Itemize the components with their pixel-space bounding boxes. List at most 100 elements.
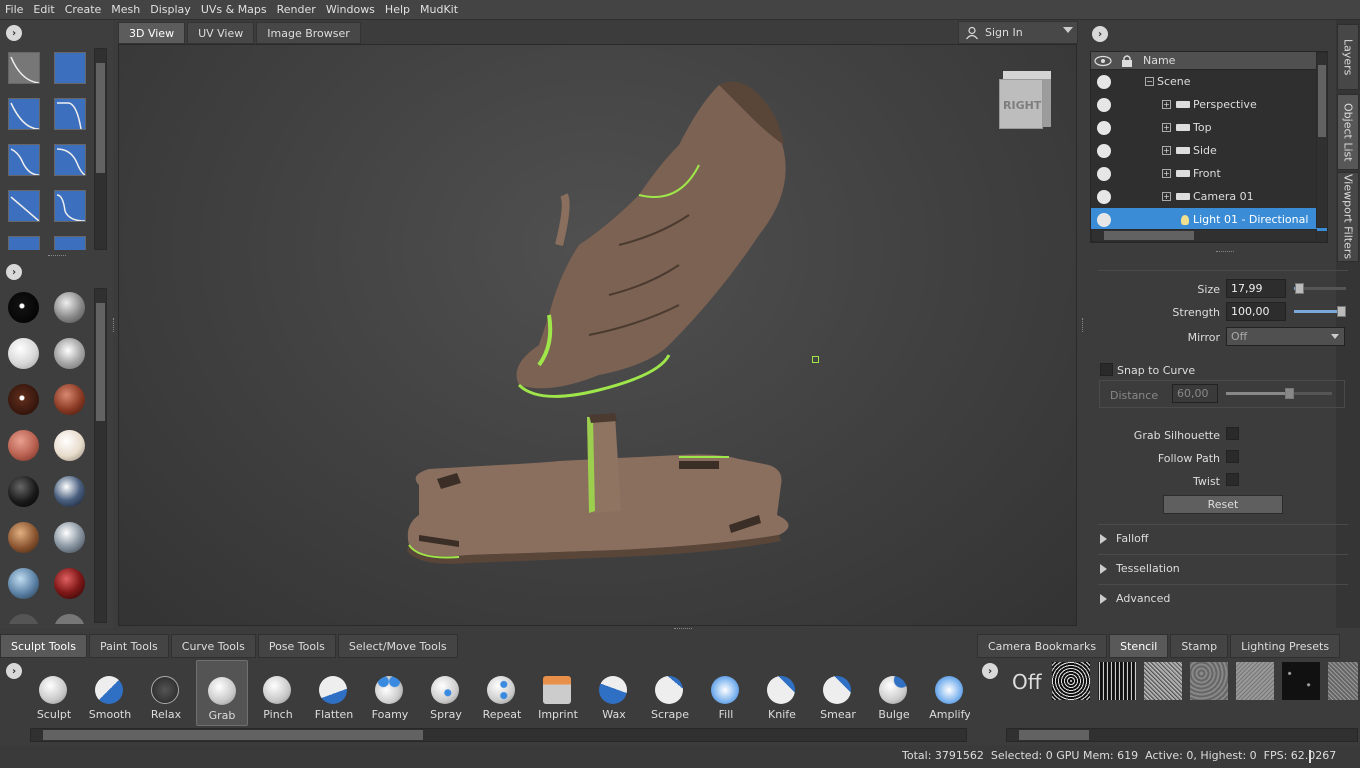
stencil-thumb[interactable] (1144, 662, 1182, 700)
falloff-preset[interactable] (8, 236, 40, 250)
falloff-preset[interactable] (54, 98, 86, 130)
distance-slider-knob[interactable] (1284, 388, 1294, 399)
panel-splitter[interactable] (1216, 251, 1234, 253)
twist-checkbox[interactable] (1226, 473, 1239, 486)
tab-select-move-tools[interactable]: Select/Move Tools (337, 634, 458, 658)
side-tab-layers[interactable]: Layers (1337, 24, 1359, 90)
tool-flatten[interactable]: Flatten (308, 660, 360, 726)
material-swatch[interactable] (8, 338, 39, 369)
visibility-icon[interactable] (1097, 212, 1111, 227)
tree-row-camera-01[interactable]: + Camera 01 (1091, 185, 1327, 208)
expand-materials-icon[interactable]: › (6, 264, 22, 280)
stencil-off[interactable]: Off (1012, 670, 1042, 694)
menu-render[interactable]: Render (272, 3, 321, 16)
falloff-preset[interactable] (8, 98, 40, 130)
expand-object-list-icon[interactable]: › (1092, 26, 1108, 42)
tab-camera-bookmarks[interactable]: Camera Bookmarks (977, 634, 1108, 658)
stencil-thumb[interactable] (1098, 662, 1136, 700)
section-advanced[interactable]: Advanced (1098, 584, 1348, 612)
tab-stamp[interactable]: Stamp (1170, 634, 1229, 658)
falloff-preset[interactable] (8, 52, 40, 84)
view-cube[interactable]: RIGHT (999, 71, 1051, 131)
expand-tools-icon[interactable]: › (6, 663, 22, 679)
tool-amplify[interactable]: Amplify (924, 660, 970, 726)
tool-repeat[interactable]: Repeat (476, 660, 528, 726)
menu-file[interactable]: File (0, 3, 28, 16)
strength-field[interactable]: 100,00 (1226, 302, 1286, 321)
visibility-icon[interactable] (1097, 143, 1111, 158)
expand-curves-icon[interactable]: › (6, 25, 22, 41)
expand-icon[interactable]: + (1162, 123, 1171, 132)
visibility-icon[interactable] (1097, 166, 1111, 181)
menu-edit[interactable]: Edit (28, 3, 59, 16)
tool-smooth[interactable]: Smooth (84, 660, 136, 726)
falloff-preset[interactable] (54, 52, 86, 84)
tree-row-top[interactable]: + Top (1091, 116, 1327, 139)
tool-knife[interactable]: Knife (756, 660, 808, 726)
material-swatch[interactable] (8, 614, 39, 624)
material-swatch[interactable] (8, 476, 39, 507)
tool-relax[interactable]: Relax (140, 660, 192, 726)
tab-sculpt-tools[interactable]: Sculpt Tools (0, 634, 87, 658)
tree-hscrollbar[interactable] (1091, 229, 1317, 242)
material-swatch[interactable] (8, 430, 39, 461)
size-field[interactable]: 17,99 (1226, 279, 1286, 298)
menu-create[interactable]: Create (60, 3, 107, 16)
falloff-preset[interactable] (54, 190, 86, 222)
panel-splitter[interactable] (48, 255, 66, 257)
visibility-icon[interactable] (1097, 97, 1111, 112)
tool-grab[interactable]: Grab (196, 660, 248, 726)
expand-icon[interactable]: + (1162, 146, 1171, 155)
tool-spray[interactable]: Spray (420, 660, 472, 726)
tab-image-browser[interactable]: Image Browser (256, 22, 361, 44)
material-swatch[interactable] (54, 476, 85, 507)
tool-fill[interactable]: Fill (700, 660, 752, 726)
visibility-icon[interactable] (1097, 120, 1111, 135)
tool-imprint[interactable]: Imprint (532, 660, 584, 726)
tool-sculpt[interactable]: Sculpt (30, 660, 80, 726)
material-swatch[interactable] (54, 338, 85, 369)
menu-windows[interactable]: Windows (321, 3, 380, 16)
section-tessellation[interactable]: Tessellation (1098, 554, 1348, 582)
snap-to-curve-checkbox[interactable] (1100, 363, 1113, 376)
size-slider[interactable] (1294, 283, 1346, 294)
menu-mudkit[interactable]: MudKit (415, 3, 463, 16)
material-swatch[interactable] (8, 384, 39, 415)
distance-slider[interactable] (1226, 388, 1332, 399)
stencil-thumb[interactable] (1328, 662, 1358, 700)
3d-viewport[interactable]: RIGHT (118, 44, 1077, 626)
tab-curve-tools[interactable]: Curve Tools (170, 634, 256, 658)
menu-help[interactable]: Help (380, 3, 415, 16)
tool-bulge[interactable]: Bulge (868, 660, 920, 726)
sign-in-button[interactable]: Sign In (958, 21, 1078, 44)
grab-silhouette-checkbox[interactable] (1226, 427, 1239, 440)
expand-icon[interactable]: + (1162, 169, 1171, 178)
visibility-icon[interactable] (1097, 189, 1111, 204)
expand-icon[interactable]: + (1162, 100, 1171, 109)
left-splitter[interactable] (113, 318, 116, 332)
tree-row-perspective[interactable]: + Perspective (1091, 93, 1327, 116)
material-swatch[interactable] (54, 522, 85, 553)
tool-smear[interactable]: Smear (812, 660, 864, 726)
menu-mesh[interactable]: Mesh (106, 3, 145, 16)
tab-lighting-presets[interactable]: Lighting Presets (1230, 634, 1341, 658)
stencil-thumb[interactable] (1282, 662, 1320, 700)
falloff-preset[interactable] (54, 144, 86, 176)
right-splitter[interactable] (1082, 318, 1085, 332)
tab-paint-tools[interactable]: Paint Tools (88, 634, 169, 658)
expand-icon[interactable]: + (1162, 192, 1171, 201)
material-swatch[interactable] (54, 292, 85, 323)
menu-display[interactable]: Display (145, 3, 196, 16)
materials-scrollbar[interactable] (94, 288, 107, 623)
tree-row-front[interactable]: + Front (1091, 162, 1327, 185)
tool-pinch[interactable]: Pinch (252, 660, 304, 726)
visibility-icon[interactable] (1097, 74, 1111, 89)
material-swatch[interactable] (8, 568, 39, 599)
strength-slider-knob[interactable] (1337, 306, 1346, 317)
side-tab-object-list[interactable]: Object List (1337, 94, 1359, 170)
material-swatch[interactable] (54, 568, 85, 599)
tab-stencil[interactable]: Stencil (1109, 634, 1169, 658)
tools-scrollbar[interactable] (30, 728, 967, 742)
stencil-scrollbar[interactable] (1006, 728, 1358, 742)
curves-scrollbar[interactable] (94, 48, 107, 250)
